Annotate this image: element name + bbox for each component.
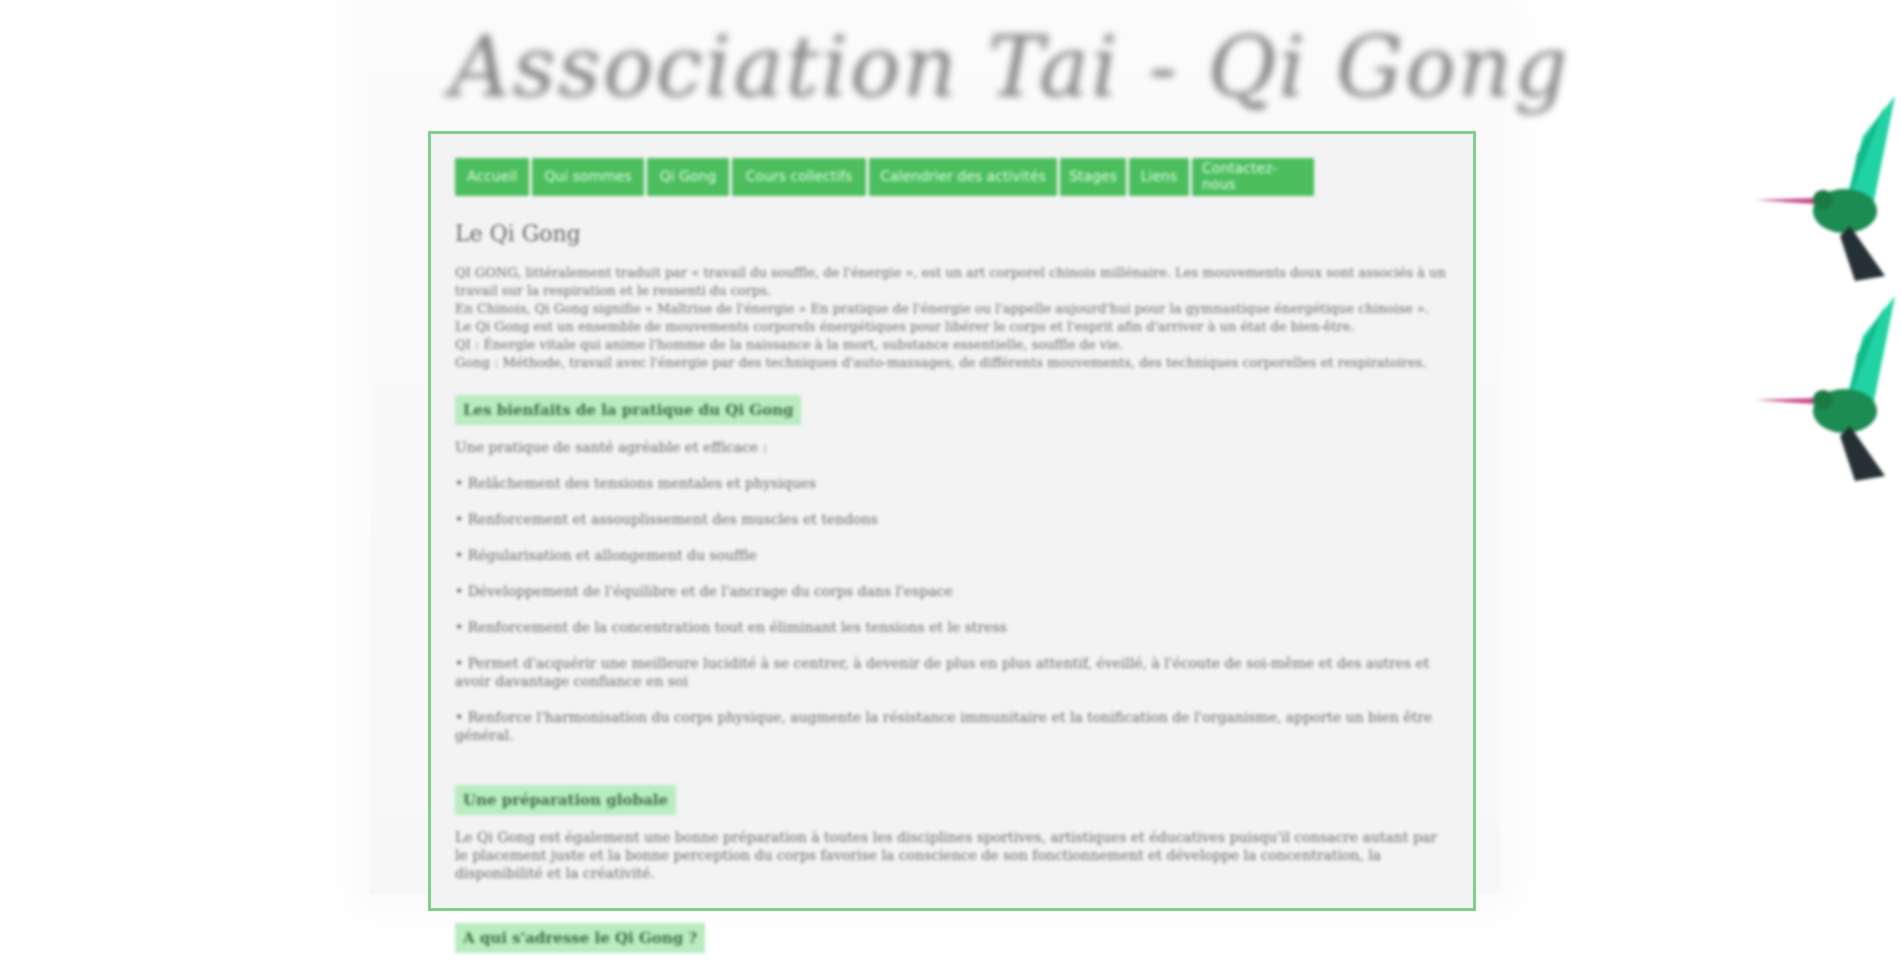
nav-item-qui-sommes[interactable]: Qui sommes	[532, 158, 644, 196]
list-item: • Relâchement des tensions mentales et p…	[455, 476, 817, 492]
intro-line: En Chinois, Qi Gong signifie « Maîtrise …	[455, 302, 1429, 317]
list-item: • Permet d'acquérir une meilleure lucidi…	[455, 656, 1430, 690]
intro-line: Gong : Méthode, travail avec l'énergie p…	[455, 356, 1427, 371]
list-item: • Renforce l'harmonisation du corps phys…	[455, 710, 1433, 744]
nav-item-stages[interactable]: Stages	[1060, 158, 1126, 196]
list-item: • Régularisation et allongement du souff…	[455, 548, 757, 564]
main-content-frame: Accueil Qui sommes Qi Gong Cours collect…	[428, 131, 1476, 953]
nav-item-cours[interactable]: Cours collectifs	[732, 158, 866, 196]
site-logo[interactable]: Association Tai - Qi Gong	[450, 18, 1568, 128]
section-heading-preparation: Une préparation globale	[455, 785, 676, 815]
intro-line: Le Qi Gong est un ensemble de mouvements…	[455, 320, 1355, 335]
nav-item-qi-gong[interactable]: Qi Gong	[647, 158, 729, 196]
section-heading-a-qui: A qui s'adresse le Qi Gong ?	[455, 923, 706, 953]
nav-item-liens[interactable]: Liens	[1129, 158, 1189, 196]
intro-text: QI GONG, littéralement traduit par « tra…	[455, 265, 1449, 373]
hummingbird-icon	[1755, 96, 1895, 281]
list-item: • Développement de l'équilibre et de l'a…	[455, 584, 953, 600]
intro-line: travail sur la respiration et le ressent…	[455, 284, 772, 299]
intro-line: QI GONG, littéralement traduit par « tra…	[455, 266, 1446, 281]
intro-line: QI : Énergie vitale qui anime l'homme de…	[455, 338, 1124, 353]
main-nav: Accueil Qui sommes Qi Gong Cours collect…	[455, 158, 1449, 196]
nav-item-contact[interactable]: Contactez-nous	[1192, 158, 1314, 196]
section-lead: Une pratique de santé agréable et effica…	[455, 440, 768, 456]
nav-item-calendrier[interactable]: Calendrier des activités	[869, 158, 1057, 196]
list-item: • Renforcement et assouplissement des mu…	[455, 512, 878, 528]
page-title: Le Qi Gong	[455, 222, 581, 247]
nav-item-accueil[interactable]: Accueil	[455, 158, 529, 196]
hummingbird-icon	[1755, 296, 1895, 481]
list-item: • Renforcement de la concentration tout …	[455, 620, 1007, 636]
section-heading-bienfaits: Les bienfaits de la pratique du Qi Gong	[455, 395, 802, 425]
section-text: Le Qi Gong est également une bonne prépa…	[455, 830, 1437, 882]
